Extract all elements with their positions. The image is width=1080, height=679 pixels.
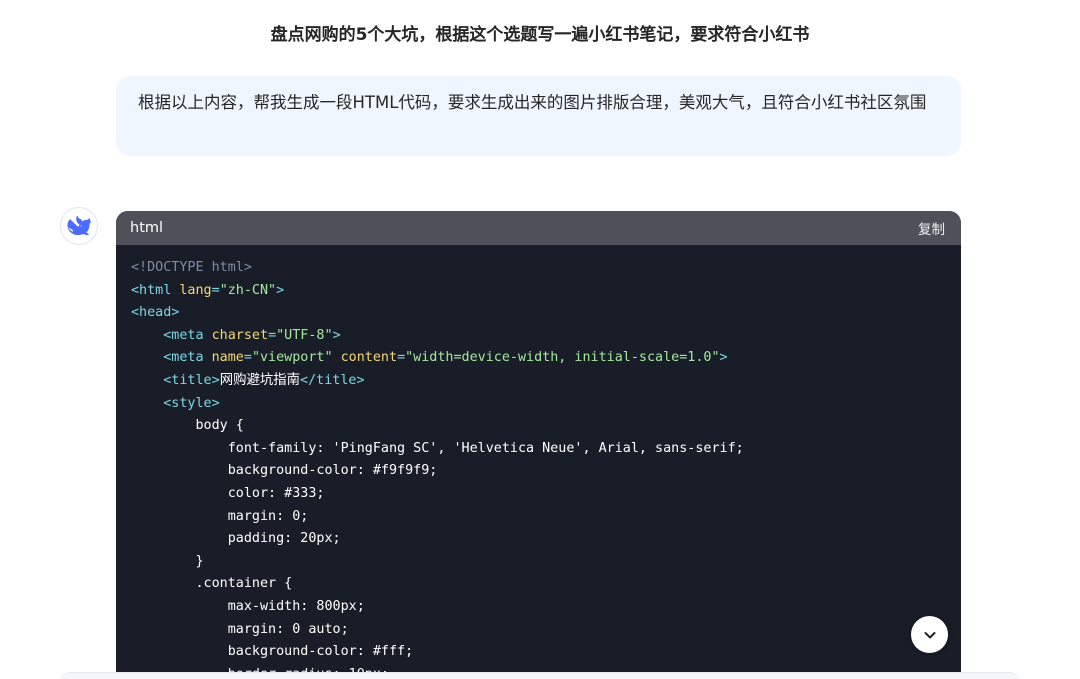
code-token: =: [268, 327, 277, 343]
code-token: background-color: #f9f9f9;: [131, 463, 438, 479]
code-token: margin: 0;: [131, 508, 309, 524]
code-line: <!DOCTYPE html>: [131, 257, 946, 280]
code-line: max-width: 800px;: [131, 596, 946, 619]
code-token: charset: [211, 327, 269, 343]
code-line: <title>网购避坑指南</title>: [131, 370, 946, 393]
code-token: =: [211, 282, 220, 298]
whale-logo-icon: [67, 216, 91, 236]
code-token: background-color: #fff;: [131, 644, 414, 660]
code-token: margin: 0 auto;: [131, 621, 349, 637]
code-line: <head>: [131, 302, 946, 325]
code-line: <style>: [131, 393, 946, 416]
code-token: "UTF-8": [276, 327, 333, 343]
code-language-label: html: [130, 220, 164, 236]
code-block-header: html 复制: [116, 211, 961, 245]
code-line: }: [131, 551, 946, 574]
code-token: lang: [179, 282, 212, 298]
code-line: font-family: 'PingFang SC', 'Helvetica N…: [131, 438, 946, 461]
code-token: "viewport": [251, 350, 333, 366]
code-token: "width=device-width, initial-scale=1.0": [405, 350, 720, 366]
code-token: <style>: [131, 395, 220, 411]
code-line: color: #333;: [131, 483, 946, 506]
previous-question: 盘点网购的5个大坑，根据这个选题写一遍小红书笔记，要求符合小红书: [270, 25, 810, 45]
code-line: body {: [131, 415, 946, 438]
code-token: <!DOCTYPE html>: [131, 260, 252, 275]
code-token: max-width: 800px;: [131, 598, 365, 614]
code-token: <head>: [131, 305, 180, 321]
code-token: <html: [131, 282, 180, 298]
code-token: "zh-CN": [219, 282, 277, 298]
code-token: color: #333;: [131, 485, 325, 501]
chat-page: 盘点网购的5个大坑，根据这个选题写一遍小红书笔记，要求符合小红书 根据以上内容，…: [0, 0, 1080, 679]
code-token: body {: [131, 418, 244, 434]
code-token: .container {: [131, 576, 293, 592]
code-token: <title>: [131, 372, 220, 388]
code-token: 网购避坑指南: [219, 372, 301, 388]
code-token: content: [340, 350, 398, 366]
copy-button[interactable]: 复制: [918, 218, 945, 238]
code-token: name: [211, 350, 244, 366]
chevron-down-icon: [924, 631, 935, 638]
code-token: >: [276, 282, 285, 298]
code-line: .container {: [131, 573, 946, 596]
code-token: padding: 20px;: [131, 531, 341, 547]
code-token: =: [397, 350, 406, 366]
code-token: </title>: [300, 372, 365, 388]
code-token: =: [243, 350, 252, 366]
code-line: padding: 20px;: [131, 528, 946, 551]
code-line: <meta name="viewport" content="width=dev…: [131, 347, 946, 370]
code-line: background-color: #fff;: [131, 641, 946, 664]
code-token: font-family: 'PingFang SC', 'Helvetica N…: [131, 440, 744, 456]
code-line: <meta charset="UTF-8">: [131, 325, 946, 348]
code-line: margin: 0;: [131, 506, 946, 529]
code-line: margin: 0 auto;: [131, 619, 946, 642]
code-token: <meta: [131, 350, 212, 366]
code-token: }: [131, 553, 204, 569]
code-token: >: [719, 350, 728, 366]
code-line: <html lang="zh-CN">: [131, 280, 946, 303]
code-token: >: [332, 327, 341, 343]
scroll-down-button[interactable]: [911, 616, 948, 653]
code-block: html 复制 <!DOCTYPE html> <html lang="zh-CN…: [116, 211, 961, 679]
assistant-avatar: [60, 207, 98, 245]
code-token: <meta: [131, 327, 212, 343]
code-line: background-color: #f9f9f9;: [131, 460, 946, 483]
user-message-bubble: 根据以上内容，帮我生成一段HTML代码，要求生成出来的图片排版合理，美观大气，且…: [116, 76, 961, 156]
code-content: <!DOCTYPE html> <html lang="zh-CN"> <head>…: [116, 245, 961, 679]
input-area-edge: [60, 672, 1020, 679]
